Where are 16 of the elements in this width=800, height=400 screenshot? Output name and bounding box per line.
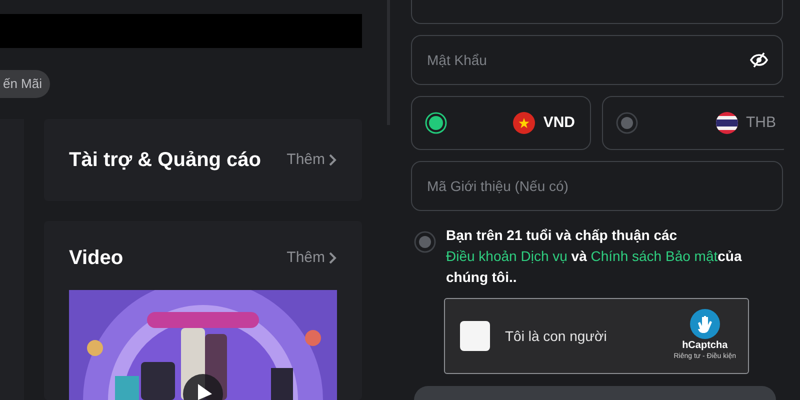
- terms-link[interactable]: Chính sách Bảo mật: [590, 248, 718, 264]
- currency-code: THB: [746, 112, 776, 133]
- input-field[interactable]: Mật Khẩu: [411, 35, 783, 85]
- input-field[interactable]: Mã Giới thiệu (Nếu có): [411, 161, 783, 211]
- promo-tab[interactable]: ến Mãi: [0, 70, 50, 98]
- terms-link[interactable]: Điều khoản Dịch vụ: [446, 248, 568, 264]
- card-title: Tài trợ & Quảng cáo: [69, 148, 262, 173]
- currency-code: VND: [543, 112, 575, 133]
- captcha-brand: hCaptcha: [682, 339, 728, 352]
- captcha-label: Tôi là con người: [505, 326, 608, 346]
- agreement-text: Bạn trên 21 tuổi và chấp thuận các Điều khoản Dịch vụ và Chính sách Bảo mậtcủa chúng tôi..: [446, 226, 743, 287]
- currency-option[interactable]: VND: [411, 96, 591, 150]
- more-link[interactable]: Thêm: [286, 148, 337, 172]
- card-title: Video: [69, 246, 124, 271]
- currency-option[interactable]: THB: [602, 96, 784, 150]
- more-link[interactable]: Thêm: [286, 246, 337, 270]
